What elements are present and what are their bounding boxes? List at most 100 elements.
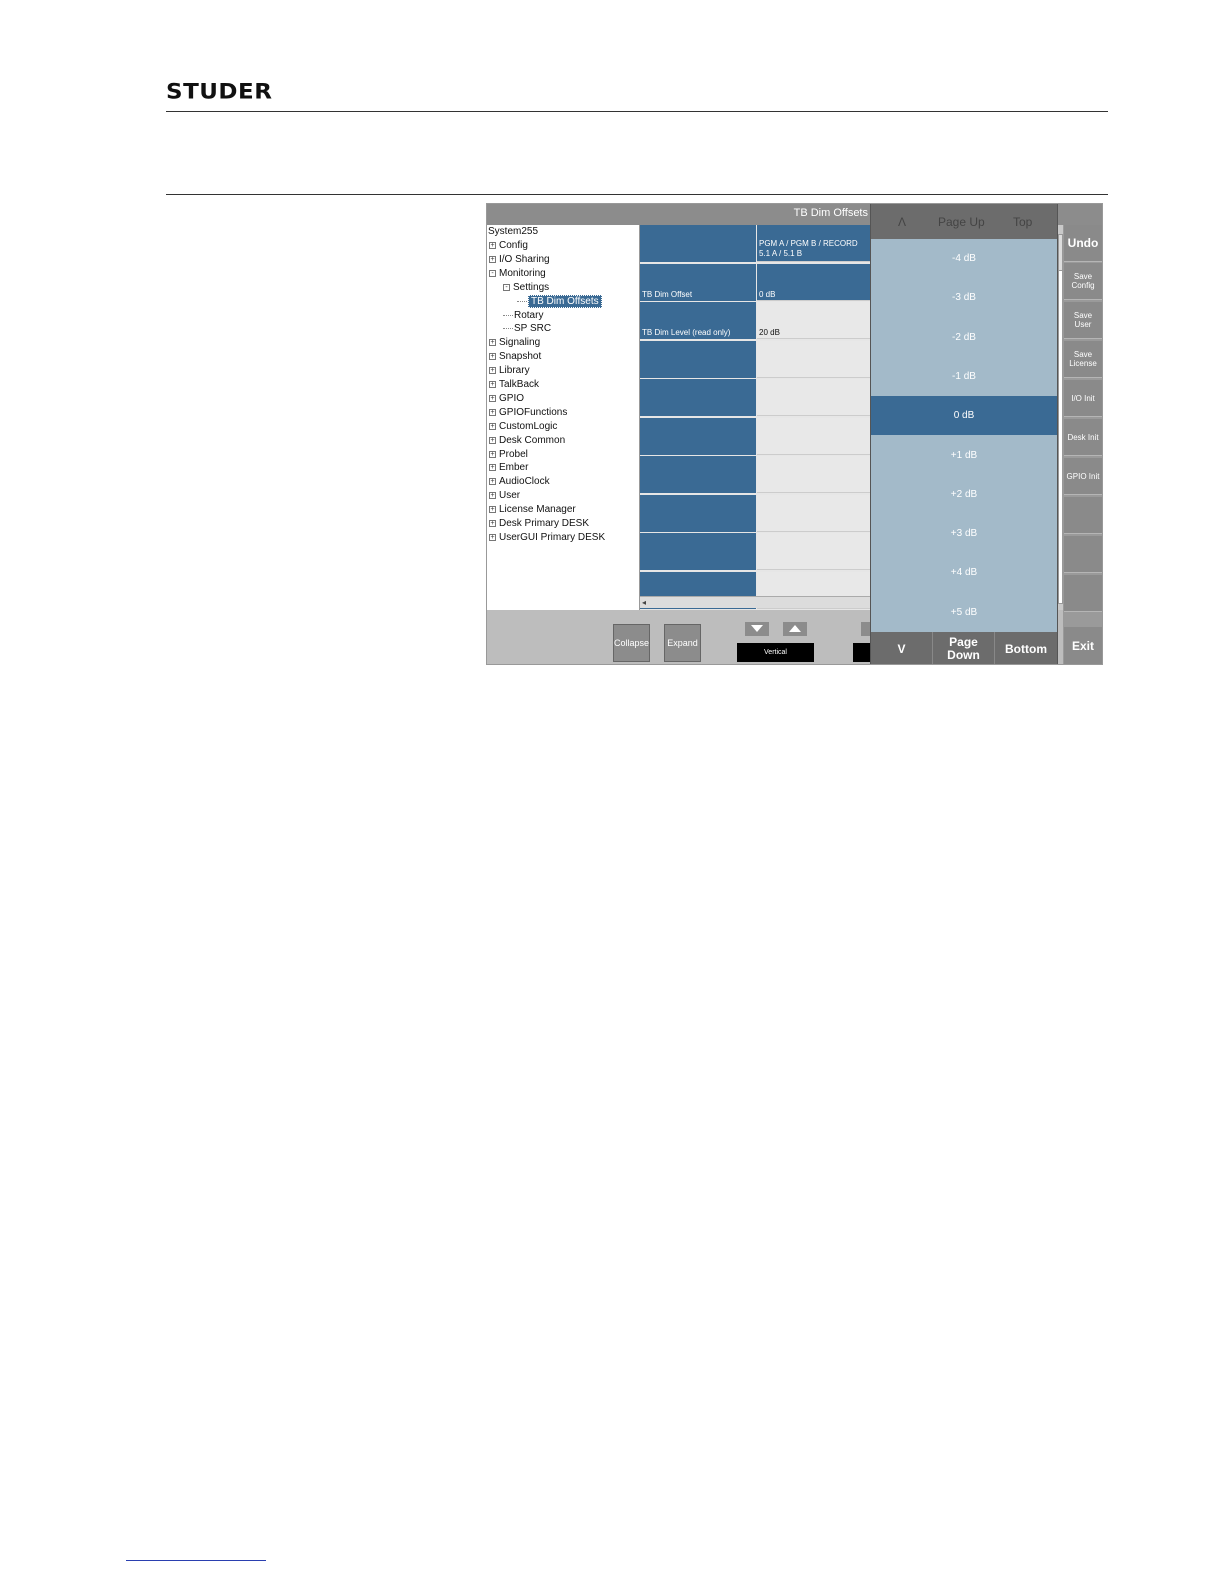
- parameter-value[interactable]: [757, 494, 872, 532]
- expand-icon[interactable]: +: [489, 533, 496, 541]
- parameter-value[interactable]: [757, 533, 872, 570]
- collapse-icon[interactable]: -: [489, 269, 496, 277]
- collapse-button[interactable]: Collapse: [613, 624, 650, 662]
- save-user-button[interactable]: Save User: [1064, 302, 1102, 339]
- parameter-value[interactable]: [757, 456, 872, 493]
- tree-connector-icon: [503, 314, 513, 316]
- tree-item[interactable]: - Settings: [503, 282, 549, 294]
- table-row[interactable]: TB Dim Level (read only) 20 dB: [640, 302, 872, 339]
- tree-item[interactable]: + CustomLogic: [489, 421, 557, 433]
- tree-item[interactable]: + Config: [489, 240, 528, 252]
- tree-item-label: TalkBack: [499, 379, 540, 390]
- expand-icon[interactable]: +: [489, 520, 496, 527]
- tree-item[interactable]: + User: [489, 490, 520, 502]
- page-up-button[interactable]: Page Up: [938, 215, 985, 229]
- dropdown-option[interactable]: -3 dB: [871, 278, 1057, 317]
- table-row[interactable]: [640, 417, 872, 455]
- expand-icon[interactable]: +: [489, 492, 496, 500]
- expand-icon[interactable]: +: [489, 478, 496, 486]
- tree-item[interactable]: + Ember: [489, 462, 528, 474]
- scroll-down-button[interactable]: [745, 622, 769, 636]
- dropdown-option[interactable]: -4 dB: [871, 239, 1057, 278]
- expand-button[interactable]: Expand: [664, 624, 701, 662]
- tree-item-label: Rotary: [514, 309, 544, 321]
- bottom-button[interactable]: Bottom: [995, 632, 1057, 664]
- expand-icon[interactable]: +: [489, 353, 496, 361]
- tree-item[interactable]: + I/O Sharing: [489, 254, 550, 266]
- expand-icon[interactable]: +: [489, 506, 496, 514]
- dropdown-option[interactable]: +5 dB: [871, 593, 1057, 632]
- save-config-button[interactable]: Save Config: [1064, 263, 1102, 300]
- tree-item[interactable]: + Desk Common: [489, 435, 565, 447]
- empty-function-key[interactable]: [1064, 536, 1102, 573]
- scrollbar-thumb[interactable]: [1059, 235, 1062, 271]
- parameter-value[interactable]: [757, 417, 872, 455]
- dropdown-option[interactable]: -2 dB: [871, 318, 1057, 357]
- table-row[interactable]: [640, 340, 872, 378]
- tree-item[interactable]: TB Dim Offsets: [517, 294, 602, 308]
- line-down-button[interactable]: V: [871, 632, 933, 664]
- tree-item[interactable]: - Monitoring: [489, 268, 546, 280]
- tree-item-label: GPIO: [499, 392, 525, 404]
- scroll-left-icon[interactable]: ◂: [642, 598, 646, 607]
- exit-button[interactable]: Exit: [1064, 627, 1102, 664]
- table-row[interactable]: [640, 379, 872, 416]
- parameter-value[interactable]: PGM A / PGM B / RECORD 5.1 A / 5.1 B: [757, 225, 872, 262]
- parameter-value[interactable]: 0 dB: [757, 263, 872, 301]
- expand-icon[interactable]: +: [489, 450, 496, 458]
- tree-item[interactable]: + Library: [489, 365, 530, 377]
- expand-icon[interactable]: +: [489, 422, 496, 430]
- expand-icon[interactable]: +: [489, 367, 496, 375]
- tree-item[interactable]: + Snapshot: [489, 351, 541, 363]
- dropdown-option[interactable]: +2 dB: [871, 475, 1057, 514]
- gpio-init-button[interactable]: GPIO Init: [1064, 458, 1102, 495]
- dropdown-option[interactable]: 0 dB: [871, 396, 1057, 436]
- io-init-button[interactable]: I/O Init: [1064, 380, 1102, 417]
- tree-item[interactable]: SP SRC: [503, 323, 551, 335]
- horizontal-scrollbar[interactable]: ◂: [640, 596, 872, 608]
- scroll-up-button[interactable]: [783, 622, 807, 636]
- table-row[interactable]: PGM A / PGM B / RECORD 5.1 A / 5.1 B: [640, 225, 872, 262]
- expand-icon[interactable]: +: [489, 436, 496, 444]
- tree-item[interactable]: + GPIOFunctions: [489, 407, 567, 419]
- parameter-value[interactable]: [757, 340, 872, 378]
- save-license-button[interactable]: Save License: [1064, 341, 1102, 378]
- table-row[interactable]: [640, 533, 872, 570]
- desk-init-button[interactable]: Desk Init: [1064, 419, 1102, 456]
- table-row[interactable]: [640, 456, 872, 493]
- tree-item[interactable]: + Signaling: [489, 337, 540, 349]
- table-row[interactable]: [640, 494, 872, 532]
- dropdown-option[interactable]: +4 dB: [871, 553, 1057, 592]
- tree-item[interactable]: + UserGUI Primary DESK: [489, 532, 605, 544]
- dropdown-option[interactable]: -1 dB: [871, 357, 1057, 396]
- header-rule: [166, 111, 1108, 112]
- empty-function-key[interactable]: [1064, 575, 1102, 612]
- dropdown-option[interactable]: +3 dB: [871, 514, 1057, 553]
- dropdown-option[interactable]: +1 dB: [871, 436, 1057, 475]
- tree-item[interactable]: + Probel: [489, 449, 528, 461]
- expand-icon[interactable]: +: [489, 381, 496, 388]
- expand-icon[interactable]: +: [489, 339, 496, 347]
- tree-item[interactable]: + TalkBack: [489, 379, 539, 391]
- empty-function-key[interactable]: [1064, 497, 1102, 534]
- parameter-value[interactable]: [757, 379, 872, 416]
- tree-item[interactable]: + Desk Primary DESK: [489, 518, 589, 530]
- table-row[interactable]: TB Dim Offset 0 dB: [640, 263, 872, 301]
- tree-root[interactable]: System255: [488, 226, 538, 238]
- tree-item[interactable]: + AudioClock: [489, 476, 550, 488]
- expand-icon[interactable]: +: [489, 408, 496, 416]
- tree-item[interactable]: Rotary: [503, 310, 543, 322]
- undo-button[interactable]: Undo: [1064, 225, 1102, 262]
- expand-icon[interactable]: +: [489, 394, 496, 402]
- collapse-icon[interactable]: -: [503, 283, 510, 291]
- top-button[interactable]: Top: [1013, 215, 1032, 229]
- expand-icon[interactable]: +: [489, 464, 496, 472]
- tree-item[interactable]: + License Manager: [489, 504, 576, 516]
- line-up-button[interactable]: Λ: [898, 215, 906, 229]
- expand-icon[interactable]: +: [489, 255, 496, 263]
- page-down-button[interactable]: Page Down: [933, 632, 995, 664]
- expand-icon[interactable]: +: [489, 242, 496, 249]
- parameter-label: [640, 417, 756, 455]
- tree-item[interactable]: + GPIO: [489, 393, 524, 405]
- parameter-value[interactable]: 20 dB: [757, 302, 872, 339]
